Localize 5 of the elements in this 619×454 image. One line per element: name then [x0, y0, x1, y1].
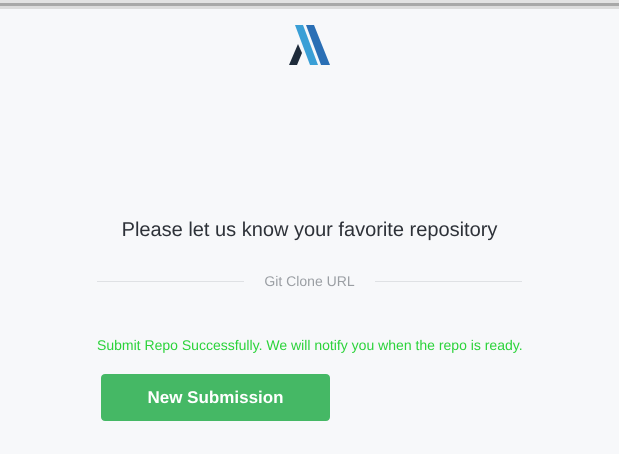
- heading: Please let us know your favorite repository: [120, 218, 498, 243]
- divider-label: Git Clone URL: [264, 272, 355, 291]
- success-message: Submit Repo Successfully. We will notify you when the repo is ready.: [97, 336, 524, 355]
- logo-icon: [288, 25, 330, 66]
- new-submission-button[interactable]: New Submission: [101, 374, 330, 421]
